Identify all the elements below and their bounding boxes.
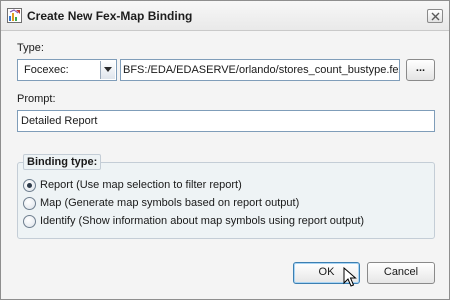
title-bar[interactable]: Create New Fex-Map Binding <box>1 1 449 31</box>
prompt-input[interactable]: Detailed Report <box>17 110 435 132</box>
radio-selected-dot <box>27 183 32 188</box>
type-select[interactable]: Focexec: <box>17 59 117 81</box>
close-button[interactable] <box>427 9 443 23</box>
radio-button-map[interactable] <box>23 197 36 210</box>
chevron-down-icon <box>104 67 112 72</box>
create-fex-map-binding-dialog: Create New Fex-Map Binding Type: Focexec… <box>0 0 450 300</box>
fex-path-input[interactable]: BFS:/EDA/EDASERVE/orlando/stores_count_b… <box>120 59 400 81</box>
prompt-value: Detailed Report <box>21 115 98 127</box>
close-icon <box>431 12 440 21</box>
type-label: Type: <box>17 42 44 54</box>
mouse-pointer-icon <box>343 267 357 287</box>
map-binding-app-icon <box>7 8 22 23</box>
radio-label-map: Map (Generate map symbols based on repor… <box>40 197 300 209</box>
binding-type-legend: Binding type: <box>23 154 102 170</box>
radio-label-identify: Identify (Show information about map sym… <box>40 215 365 227</box>
fex-path-value: BFS:/EDA/EDASERVE/orlando/stores_count_b… <box>123 64 400 76</box>
cancel-button[interactable]: Cancel <box>367 262 435 284</box>
type-dropdown-button[interactable] <box>100 61 115 79</box>
browse-button[interactable]: ... <box>406 59 435 81</box>
radio-button-report[interactable] <box>23 179 36 192</box>
type-select-value: Focexec: <box>24 64 69 76</box>
prompt-label: Prompt: <box>17 93 56 105</box>
dialog-title: Create New Fex-Map Binding <box>27 9 193 23</box>
radio-button-identify[interactable] <box>23 215 36 228</box>
radio-label-report: Report (Use map selection to filter repo… <box>40 179 242 191</box>
